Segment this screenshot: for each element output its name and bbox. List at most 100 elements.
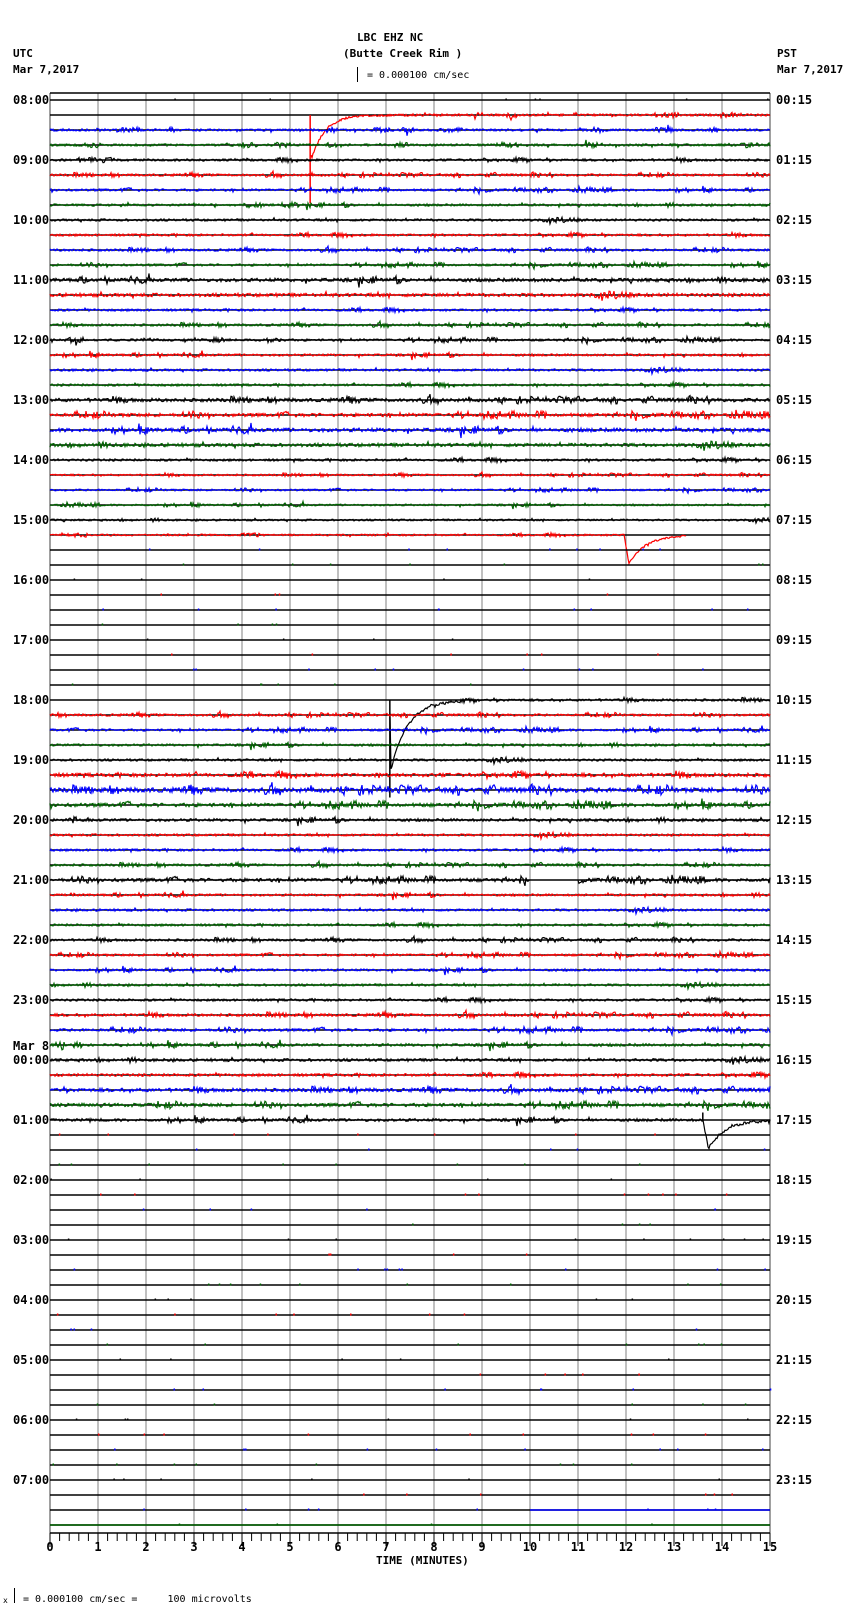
trace-dot <box>70 1163 73 1166</box>
trace-dot <box>398 1268 401 1271</box>
trace-31 <box>50 563 770 566</box>
trace-dot <box>282 1163 284 1166</box>
x-tick-label: 4 <box>238 1540 245 1554</box>
trace-dot <box>731 1493 733 1496</box>
trace-dot <box>468 1478 470 1481</box>
trace-dot <box>564 1268 567 1271</box>
trace-26 <box>49 485 771 495</box>
trace-dot <box>56 1313 59 1316</box>
trace-dot <box>702 668 704 671</box>
trace-61 <box>49 1008 771 1020</box>
left-hour-label: 04:00 <box>13 1293 49 1307</box>
trace-dot <box>687 1283 689 1286</box>
trace-dot <box>725 1193 728 1196</box>
trace-dot <box>718 1478 720 1481</box>
trace-dot <box>576 1148 579 1151</box>
left-hour-label: 09:00 <box>13 153 49 167</box>
trace-dot <box>97 1433 100 1436</box>
trace-dot <box>386 1268 389 1271</box>
trace-waveform <box>49 394 771 407</box>
trace-dot <box>368 1148 370 1151</box>
trace-12 <box>49 273 771 288</box>
trace-dot <box>713 1493 716 1496</box>
trace-75 <box>50 1223 770 1226</box>
trace-dot <box>334 683 336 686</box>
trace-78 <box>50 1268 770 1271</box>
left-hour-label: 12:00 <box>13 333 49 347</box>
trace-dot <box>437 608 440 611</box>
trace-dot <box>408 548 410 551</box>
trace-dot <box>762 563 764 566</box>
right-hour-label: 07:15 <box>776 513 812 527</box>
trace-49 <box>49 830 771 842</box>
trace-18 <box>49 365 771 377</box>
trace-95 <box>50 1523 770 1526</box>
trace-41 <box>49 709 771 720</box>
trace-dot <box>463 1313 466 1316</box>
trace-dot <box>595 1298 598 1301</box>
trace-dot <box>173 1463 176 1466</box>
trace-46 <box>49 782 771 798</box>
trace-dot <box>267 1133 269 1136</box>
trace-77 <box>50 1253 770 1256</box>
trace-69 <box>50 1133 770 1136</box>
right-hour-label: 21:15 <box>776 1353 812 1367</box>
right-hour-label: 19:15 <box>776 1233 812 1247</box>
trace-dot <box>479 1493 482 1496</box>
trace-waveform <box>49 305 771 315</box>
left-hour-label: 22:00 <box>13 933 49 947</box>
trace-dot <box>269 98 271 101</box>
trace-85 <box>50 1373 770 1376</box>
right-hour-label: 01:15 <box>776 153 812 167</box>
trace-23 <box>49 439 771 451</box>
trace-8 <box>49 215 771 227</box>
trace-dot <box>743 1238 746 1241</box>
trace-dot <box>126 1418 129 1421</box>
trace-dot <box>457 1343 459 1346</box>
trace-39 <box>50 683 770 686</box>
right-hour-label: 16:15 <box>776 1053 812 1067</box>
trace-dot <box>308 668 310 671</box>
trace-67 <box>49 1099 771 1111</box>
left-hour-label: 05:00 <box>13 1353 49 1367</box>
trace-57 <box>49 949 771 961</box>
right-hour-label: 15:15 <box>776 993 812 1007</box>
trace-dot <box>714 1208 716 1211</box>
trace-dot <box>578 668 581 671</box>
trace-dot <box>357 1133 359 1136</box>
trace-37 <box>50 653 770 656</box>
trace-dot <box>476 1508 478 1511</box>
trace-29 <box>49 530 770 566</box>
trace-dot <box>357 1268 359 1271</box>
trace-2 <box>49 124 771 136</box>
trace-dot <box>373 638 375 641</box>
trace-dot <box>148 548 151 551</box>
x-tick-label: 14 <box>715 1540 729 1554</box>
trace-dot <box>631 1403 633 1406</box>
trace-dot <box>647 1193 650 1196</box>
trace-dot <box>140 578 143 581</box>
trace-81 <box>50 1313 770 1316</box>
trace-dot <box>625 1343 628 1346</box>
trace-waveform <box>49 289 771 301</box>
trace-dot <box>623 1193 626 1196</box>
trace-dot <box>193 668 195 671</box>
trace-dot <box>451 638 454 641</box>
left-hour-label: 03:00 <box>13 1233 49 1247</box>
trace-waveform <box>49 1084 771 1097</box>
trace-9 <box>49 230 771 240</box>
trace-11 <box>49 259 771 271</box>
trace-dot <box>146 638 149 641</box>
trace-dot <box>287 1238 290 1241</box>
trace-dot <box>163 1433 165 1436</box>
left-hour-label: 07:00 <box>13 1473 49 1487</box>
trace-waveform <box>49 995 771 1005</box>
x-tick-label: 12 <box>619 1540 633 1554</box>
trace-dot <box>73 1268 76 1271</box>
trace-42 <box>49 724 770 736</box>
x-tick-label: 9 <box>478 1540 485 1554</box>
trace-dot <box>259 1283 262 1286</box>
trace-58 <box>49 965 771 976</box>
left-hour-label: 11:00 <box>13 273 49 287</box>
trace-dot <box>335 1163 337 1166</box>
